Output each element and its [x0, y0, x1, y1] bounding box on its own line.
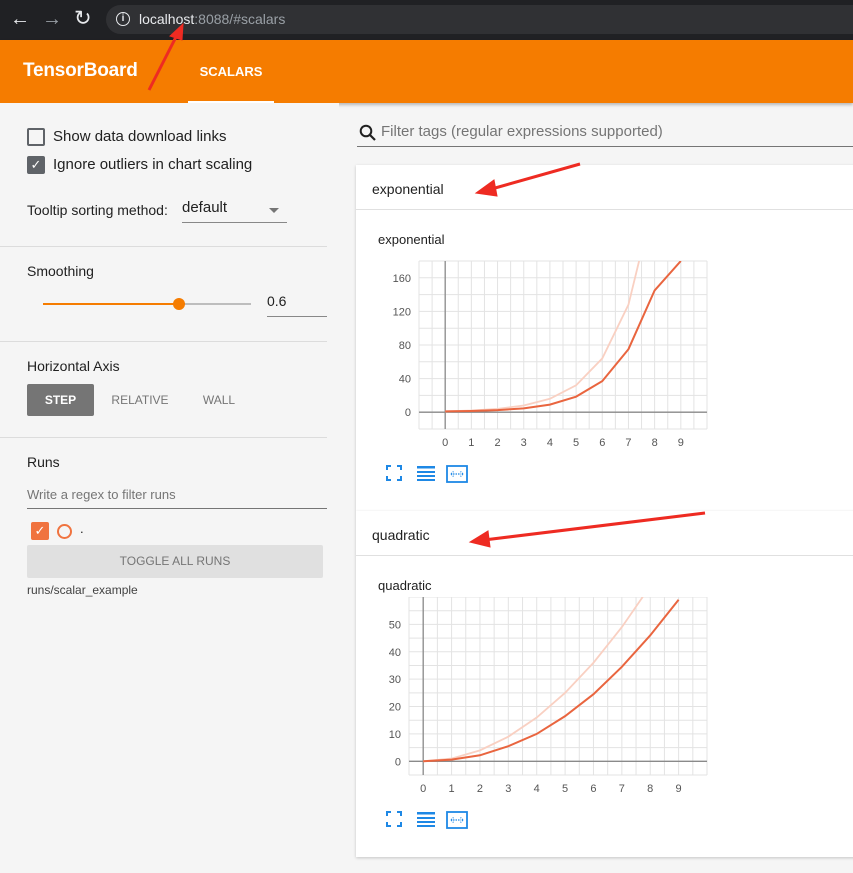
category-quadratic: quadratic quadratic 0 10 20 30 40 50 0 1 2 3 4 5 6 7 8…: [356, 511, 853, 857]
y-tick-label: 30: [389, 674, 401, 686]
tag-filter-placeholder: Filter tags (regular expressions support…: [381, 123, 663, 140]
chart-card: exponential 0 40 80 120 160 0 1 2 3 4 5 6 7 8 9: [356, 211, 853, 511]
show-download-links-checkbox[interactable]: [27, 128, 45, 146]
y-tick-label: 50: [389, 619, 401, 631]
chart-card-title: exponential: [378, 232, 445, 247]
relative-button[interactable]: RELATIVE: [104, 384, 176, 416]
smoothing-slider-thumb[interactable]: [172, 298, 185, 310]
toggle-log-scale-icon[interactable]: [416, 811, 436, 827]
y-tick-label: 0: [395, 756, 401, 768]
x-tick-label: 8: [652, 437, 658, 449]
sidebar: Show data download links ✓ Ignore outlie…: [0, 103, 339, 873]
tab-scalars[interactable]: SCALARS: [188, 40, 274, 103]
chart-card-title: quadratic: [378, 578, 432, 593]
category-title: quadratic: [372, 527, 430, 543]
x-tick-label: 3: [521, 437, 527, 449]
fit-domain-icon[interactable]: [446, 811, 468, 829]
x-tick-label: 0: [420, 783, 426, 795]
x-tick-label: 1: [468, 437, 474, 449]
toggle-all-runs-button[interactable]: TOGGLE ALL RUNS: [27, 545, 323, 578]
app-header: TensorBoard SCALARS: [0, 40, 853, 103]
browser-toolbar: ← → ↻ i localhost:8088/#scalars: [0, 0, 853, 40]
divider: [0, 341, 327, 342]
smoothing-slider[interactable]: [43, 298, 251, 310]
chart-quadratic[interactable]: 0 10 20 30 40 50 0 1 2 3 4 5 6 7 8 9: [356, 597, 853, 807]
runs-label: Runs: [27, 454, 60, 470]
chart-exponential[interactable]: 0 40 80 120 160 0 1 2 3 4 5 6 7 8 9: [356, 251, 853, 461]
fullscreen-icon[interactable]: [386, 811, 402, 827]
category-header[interactable]: quadratic: [356, 511, 853, 556]
y-tick-label: 0: [405, 407, 411, 419]
forward-icon[interactable]: →: [42, 9, 62, 29]
run-color-circle[interactable]: [57, 524, 72, 539]
y-tick-label: 80: [399, 340, 411, 352]
runs-filter-input[interactable]: Write a regex to filter runs: [27, 483, 327, 509]
x-tick-label: 4: [547, 437, 553, 449]
y-tick-label: 40: [389, 647, 401, 659]
category-header[interactable]: exponential: [356, 165, 853, 210]
ignore-outliers-label: Ignore outliers in chart scaling: [53, 156, 253, 173]
y-tick-label: 120: [393, 306, 411, 318]
category-title: exponential: [372, 181, 444, 197]
x-tick-label: 2: [494, 437, 500, 449]
wall-button[interactable]: WALL: [192, 384, 246, 416]
x-tick-label: 4: [534, 783, 540, 795]
grid: [418, 260, 708, 430]
x-tick-label: 2: [477, 783, 483, 795]
x-tick-label: 6: [599, 437, 605, 449]
divider: [0, 246, 327, 247]
url-text: localhost:8088/#scalars: [139, 11, 285, 27]
run-checkbox[interactable]: ✓: [31, 522, 49, 540]
divider: [0, 437, 327, 438]
run-path: runs/scalar_example: [27, 583, 138, 597]
tooltip-sorting-value: default: [182, 199, 228, 216]
smoothing-label: Smoothing: [27, 263, 94, 279]
tooltip-sorting-label: Tooltip sorting method:: [27, 202, 168, 218]
x-tick-label: 5: [573, 437, 579, 449]
grid: [408, 597, 708, 776]
smoothing-input[interactable]: 0.6: [267, 293, 327, 317]
step-button[interactable]: STEP: [27, 384, 94, 416]
horizontal-axis-label: Horizontal Axis: [27, 358, 120, 374]
x-tick-label: 5: [562, 783, 568, 795]
chevron-down-icon: [269, 208, 279, 213]
chart-card: quadratic 0 10 20 30 40 50 0 1 2 3 4 5 6 7 8 9: [356, 557, 853, 857]
main-panel: Filter tags (regular expressions support…: [339, 103, 853, 873]
x-tick-label: 3: [505, 783, 511, 795]
toggle-log-scale-icon[interactable]: [416, 465, 436, 481]
x-tick-label: 6: [590, 783, 596, 795]
url-rest: :8088/#scalars: [194, 11, 286, 27]
info-icon[interactable]: i: [116, 12, 130, 26]
fullscreen-icon[interactable]: [386, 465, 402, 481]
runs-filter-placeholder: Write a regex to filter runs: [27, 487, 176, 502]
fit-domain-icon[interactable]: [446, 465, 468, 483]
x-tick-label: 7: [625, 437, 631, 449]
y-tick-label: 40: [399, 374, 411, 386]
x-tick-label: 7: [619, 783, 625, 795]
address-bar[interactable]: i localhost:8088/#scalars: [106, 5, 853, 34]
smoothing-slider-fill: [43, 303, 179, 305]
show-download-links-label: Show data download links: [53, 128, 227, 145]
app-title: TensorBoard: [23, 60, 138, 81]
back-icon[interactable]: ←: [10, 9, 30, 29]
tooltip-sorting-select[interactable]: default: [182, 199, 287, 223]
x-tick-label: 8: [647, 783, 653, 795]
x-tick-label: 0: [442, 437, 448, 449]
y-tick-label: 10: [389, 729, 401, 741]
url-host: localhost: [139, 11, 195, 27]
x-tick-label: 9: [678, 437, 684, 449]
tag-filter-input[interactable]: Filter tags (regular expressions support…: [357, 119, 853, 147]
x-tick-label: 9: [676, 783, 682, 795]
category-exponential: exponential exponential 0 40 80 120 160 0 1 2 3 4…: [356, 165, 853, 511]
reload-icon[interactable]: ↻: [74, 8, 92, 29]
y-tick-label: 20: [389, 702, 401, 714]
ignore-outliers-checkbox[interactable]: ✓: [27, 156, 45, 174]
run-name: .: [80, 521, 84, 536]
y-tick-label: 160: [393, 273, 411, 285]
x-tick-label: 1: [449, 783, 455, 795]
search-icon: [359, 124, 376, 141]
